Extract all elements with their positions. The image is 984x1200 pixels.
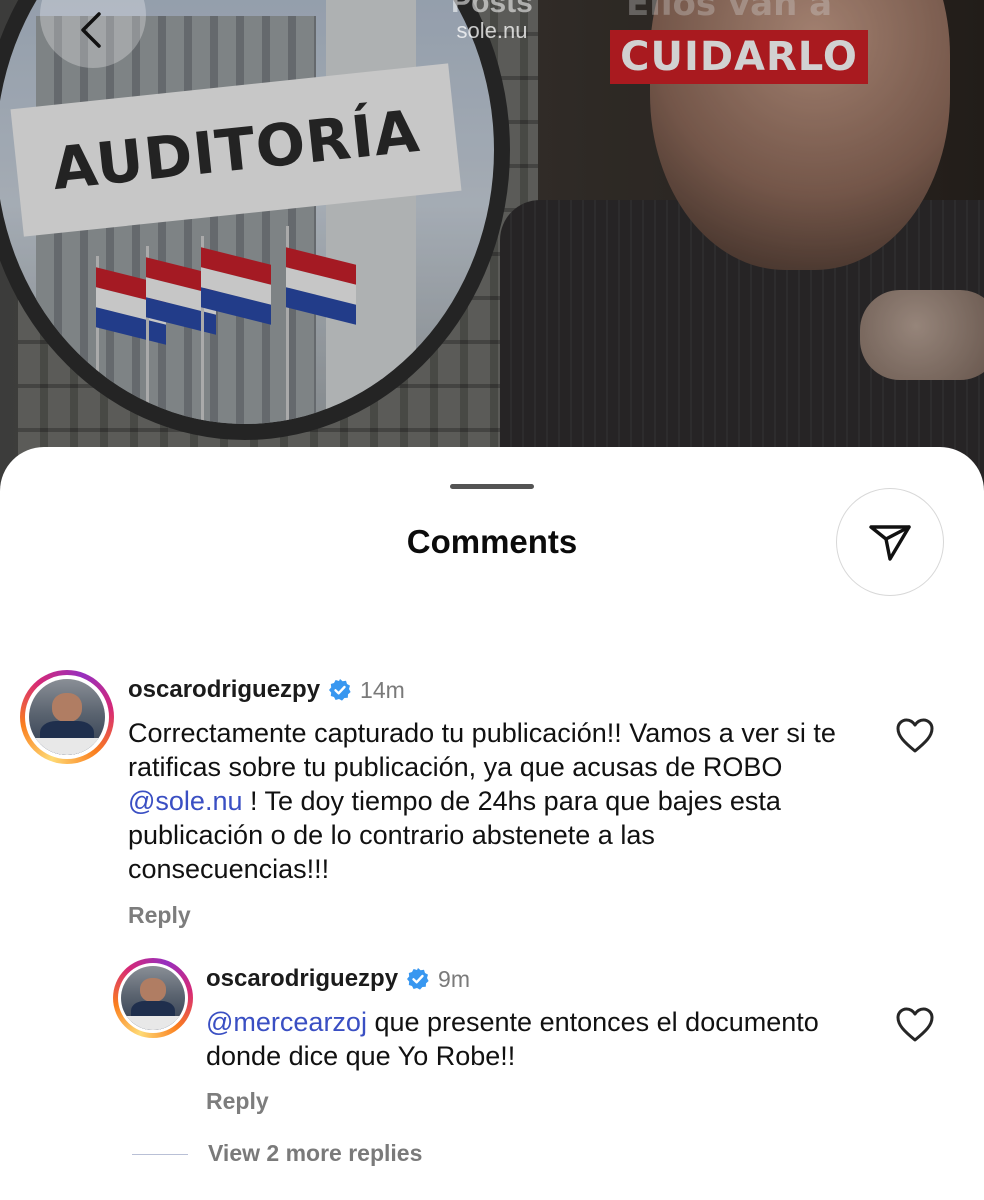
comment-time: 9m — [438, 965, 470, 992]
mention-link[interactable]: @sole.nu — [128, 786, 242, 816]
header-title: Posts — [451, 0, 533, 19]
comment-time: 14m — [360, 676, 405, 703]
view-more-replies-button[interactable]: View 2 more replies — [208, 1140, 422, 1167]
comment-username[interactable]: oscarodriguezpy — [206, 965, 398, 993]
reply-button[interactable]: Reply — [206, 1088, 269, 1115]
dim-overlay — [0, 0, 984, 520]
header-subtitle[interactable]: sole.nu — [0, 18, 984, 44]
mention-link[interactable]: @mercearzoj — [206, 1007, 367, 1037]
verified-badge-icon — [407, 968, 429, 990]
chevron-left-icon — [81, 12, 101, 48]
verified-badge-icon — [329, 679, 351, 701]
replies-divider-line — [132, 1154, 188, 1155]
avatar[interactable] — [113, 958, 193, 1038]
send-icon — [869, 525, 911, 561]
comment-header: oscarodriguezpy 9m — [206, 965, 470, 993]
reply-button[interactable]: Reply — [128, 902, 191, 929]
comment-username[interactable]: oscarodriguezpy — [128, 676, 320, 704]
heart-icon[interactable] — [894, 715, 936, 757]
avatar[interactable] — [20, 670, 114, 764]
post-image: Ellos van a CUIDARLO AUDITORÍA Posts sol… — [0, 0, 984, 520]
heart-icon[interactable] — [894, 1004, 936, 1046]
share-button[interactable] — [836, 488, 944, 596]
comment-text: Correctamente capturado tu publicación!!… — [128, 716, 858, 886]
comment-text-before: Correctamente capturado tu publicación!!… — [128, 718, 836, 782]
sheet-grabber[interactable] — [450, 484, 534, 489]
comment-header: oscarodriguezpy 14m — [128, 676, 405, 704]
comment-text: @mercearzoj que presente entonces el doc… — [206, 1005, 846, 1073]
comments-sheet: Comments oscarodriguezpy 14m Correctamen… — [0, 447, 984, 1200]
